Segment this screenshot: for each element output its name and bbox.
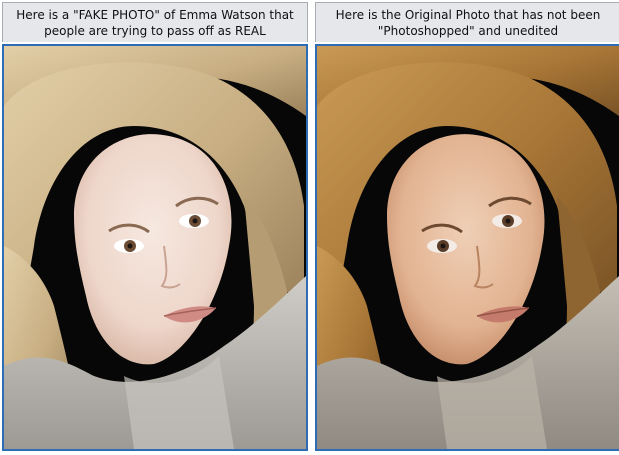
fake-portrait-photo bbox=[4, 46, 306, 449]
original-photo-caption-line1: Here is the Original Photo that has not … bbox=[335, 7, 601, 22]
fake-photo-caption: Here is a "FAKE PHOTO" of Emma Watson th… bbox=[2, 2, 308, 42]
original-portrait-photo bbox=[317, 46, 619, 449]
original-photo-caption: Here is the Original Photo that has not … bbox=[315, 2, 619, 42]
fake-photo-panel: Here is a "FAKE PHOTO" of Emma Watson th… bbox=[2, 2, 308, 452]
fake-photo-frame bbox=[2, 44, 308, 451]
original-photo-panel: Here is the Original Photo that has not … bbox=[315, 2, 619, 452]
fake-photo-caption-line2: people are trying to pass off as REAL bbox=[44, 23, 266, 38]
fake-photo-caption-line1: Here is a "FAKE PHOTO" of Emma Watson th… bbox=[16, 7, 294, 22]
original-photo-frame bbox=[315, 44, 619, 451]
original-photo-caption-line2: "Photoshopped" and unedited bbox=[377, 23, 559, 38]
